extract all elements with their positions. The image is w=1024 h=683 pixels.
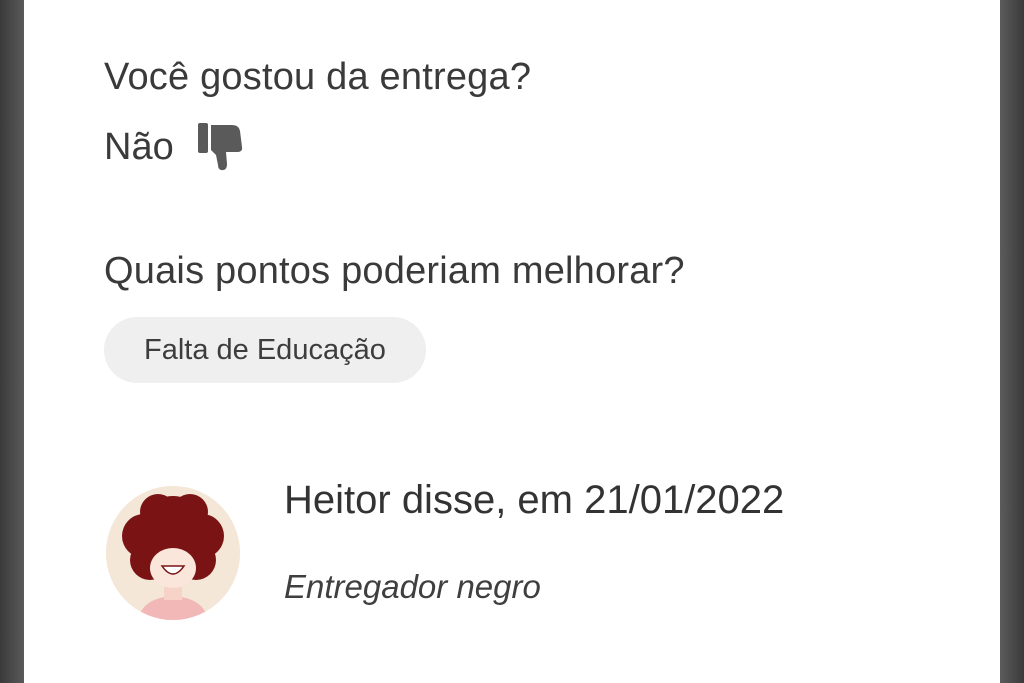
review-author-date: Heitor disse, em 21/01/2022 (284, 478, 785, 522)
review-comment: Entregador negro (284, 568, 541, 605)
improvement-tag-chip: Falta de Educação (104, 317, 426, 383)
improvement-tag-label: Falta de Educação (144, 333, 386, 366)
thumbs-down-icon (196, 121, 244, 173)
background-left-edge (0, 0, 24, 683)
feedback-card: Você gostou da entrega? Não Quais pontos… (24, 0, 1000, 683)
delivery-question: Você gostou da entrega? (104, 56, 532, 98)
improvement-question: Quais pontos poderiam melhorar? (104, 250, 685, 292)
delivery-answer-label: Não (104, 125, 174, 168)
background-right-edge (1000, 0, 1024, 683)
avatar-curly-hair-icon (106, 486, 240, 620)
delivery-answer: Não (104, 122, 244, 172)
avatar (106, 486, 240, 620)
